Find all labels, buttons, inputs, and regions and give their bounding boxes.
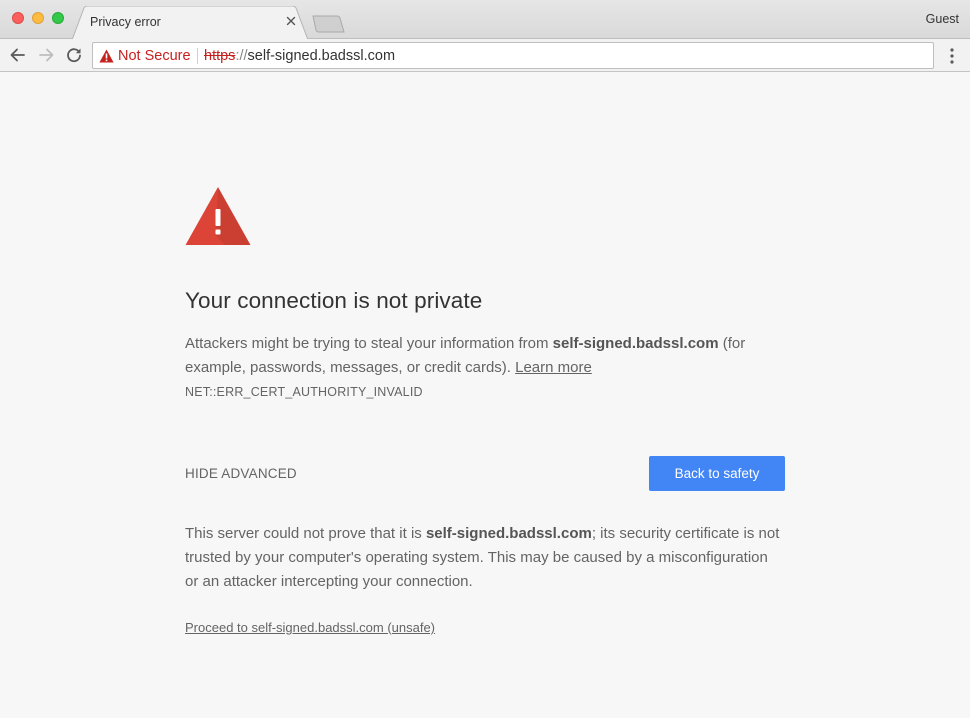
proceed-unsafe-link[interactable]: Proceed to self-signed.badssl.com (unsaf… [185, 620, 435, 635]
omnibox-divider [197, 48, 198, 64]
hide-advanced-button[interactable]: HIDE ADVANCED [185, 466, 297, 481]
intro-text: Attackers might be trying to steal your … [185, 335, 553, 352]
tab-privacy-error[interactable]: Privacy error [72, 6, 308, 40]
reload-icon[interactable] [64, 45, 84, 65]
minimize-window-button[interactable] [32, 12, 44, 24]
privacy-error-page: Your connection is not private Attackers… [0, 72, 970, 718]
intro-host: self-signed.badssl.com [552, 335, 719, 352]
vertical-dots-menu-icon[interactable] [946, 47, 958, 65]
window-titlebar: Privacy error Guest [0, 0, 970, 40]
details-paragraph: This server could not prove that it is s… [185, 522, 785, 594]
arrow-forward-icon[interactable] [36, 45, 56, 65]
error-code: NET::ERR_CERT_AUTHORITY_INVALID [185, 385, 423, 399]
details-host: self-signed.badssl.com [425, 525, 592, 542]
alert-triangle-icon [185, 187, 251, 245]
url-host: self-signed.badssl.com [247, 48, 396, 64]
warning-triangle-icon[interactable] [99, 49, 114, 63]
page-heading: Your connection is not private [185, 288, 483, 313]
tab-title: Privacy error [90, 15, 161, 29]
address-bar[interactable]: Not Secure https://self-signed.badssl.co… [92, 42, 934, 69]
close-window-button[interactable] [12, 12, 24, 24]
url-scheme: https [204, 48, 236, 64]
url-separator: :// [235, 48, 248, 64]
arrow-back-icon[interactable] [8, 45, 28, 65]
browser-toolbar: Not Secure https://self-signed.badssl.co… [0, 39, 970, 72]
security-status-label[interactable]: Not Secure [118, 48, 191, 64]
details-text: This server could not prove that it is [185, 525, 426, 542]
close-icon[interactable] [284, 14, 298, 28]
new-tab-button[interactable] [311, 15, 345, 33]
profile-button[interactable]: Guest [926, 12, 959, 26]
intro-paragraph: Attackers might be trying to steal your … [185, 332, 785, 380]
zoom-window-button[interactable] [52, 12, 64, 24]
back-to-safety-button[interactable]: Back to safety [649, 456, 785, 491]
learn-more-link[interactable]: Learn more [515, 359, 592, 376]
url-text[interactable]: https://self-signed.badssl.com [204, 48, 395, 64]
